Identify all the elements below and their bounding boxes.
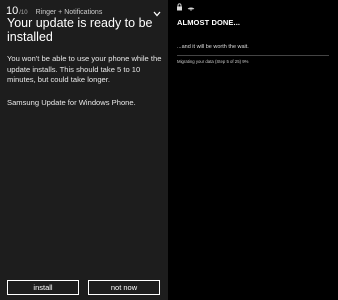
update-title: Your update is ready to be installed (7, 16, 153, 44)
lock-icon (176, 3, 183, 11)
ringer-label: Ringer + Notifications (35, 9, 103, 16)
wait-subtext: ...and it will be worth the wait. (177, 44, 249, 50)
chevron-down-icon[interactable] (152, 6, 162, 17)
update-ready-screen: 10 /10 Ringer + Notifications Your updat… (0, 0, 168, 300)
status-bar (176, 3, 195, 11)
migration-screen: ALMOST DONE... ...and it will be worth t… (170, 0, 338, 300)
update-source: Samsung Update for Windows Phone. (7, 98, 136, 107)
progress-divider (177, 55, 329, 56)
almost-done-heading: ALMOST DONE... (177, 18, 241, 27)
update-description: You won't be able to use your phone whil… (7, 54, 162, 84)
wifi-icon (187, 3, 195, 11)
not-now-button[interactable]: not now (88, 280, 160, 295)
install-button[interactable]: install (7, 280, 79, 295)
migration-progress-text: Migrating your data (Step 5 of 25) 9% (177, 59, 249, 64)
